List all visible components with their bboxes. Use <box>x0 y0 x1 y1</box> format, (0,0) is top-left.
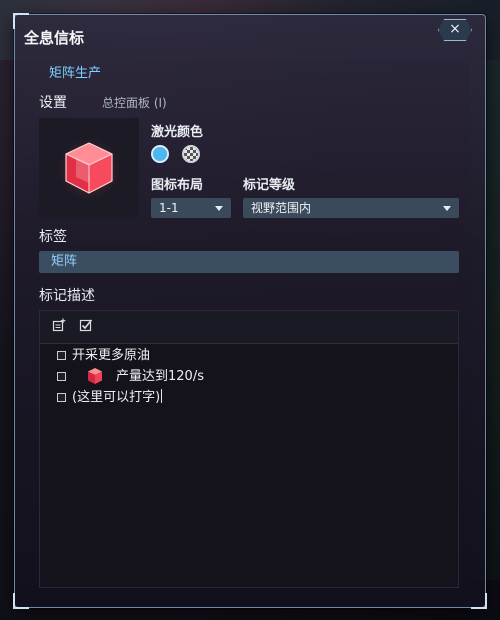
icon-layout-label: 图标布局 <box>151 178 204 193</box>
icon-preview[interactable] <box>39 118 139 217</box>
settings-heading: 设置 <box>39 95 67 111</box>
text-cursor <box>161 389 163 403</box>
laser-color-custom-swatch[interactable] <box>182 145 200 163</box>
mark-level-select[interactable]: 视野范围内 <box>243 198 459 218</box>
chevron-down-icon <box>443 206 451 211</box>
insert-icon[interactable] <box>51 317 67 333</box>
tag-input[interactable] <box>39 251 459 273</box>
line-checkbox[interactable] <box>57 393 66 402</box>
description-label: 标记描述 <box>39 288 95 304</box>
icon-layout-select[interactable]: 1-1 <box>151 198 231 218</box>
description-line-text: (这里可以打字) <box>72 390 161 405</box>
description-editor[interactable]: 开采更多原油 产量达到120/s (这里可以打字) <box>39 310 459 588</box>
mark-level-value: 视野范围内 <box>251 201 312 215</box>
master-panel-link[interactable]: 总控面板 (I) <box>102 94 167 111</box>
line-checkbox[interactable] <box>57 372 66 381</box>
chevron-down-icon <box>215 206 223 211</box>
icon-layout-value: 1-1 <box>159 201 179 215</box>
mark-level-label: 标记等级 <box>243 178 296 193</box>
matrix-cube-icon <box>58 137 120 200</box>
tag-label: 标签 <box>39 229 67 245</box>
close-button[interactable]: × <box>438 19 472 41</box>
description-line: 产量达到120/s <box>116 369 204 384</box>
panel-corner <box>13 593 29 609</box>
matrix-cube-icon <box>88 368 102 384</box>
description-line-editing[interactable]: (这里可以打字) <box>72 389 163 407</box>
panel-title: 全息信标 <box>24 29 85 47</box>
checkbox-icon[interactable] <box>78 317 94 333</box>
laser-color-label: 激光颜色 <box>151 125 204 140</box>
description-line: 开采更多原油 <box>72 348 151 363</box>
beacon-name: 矩阵生产 <box>49 66 102 81</box>
description-toolbar <box>40 311 458 344</box>
panel-corner <box>471 593 487 609</box>
line-checkbox[interactable] <box>57 351 66 360</box>
laser-color-blue-swatch[interactable] <box>151 145 169 163</box>
